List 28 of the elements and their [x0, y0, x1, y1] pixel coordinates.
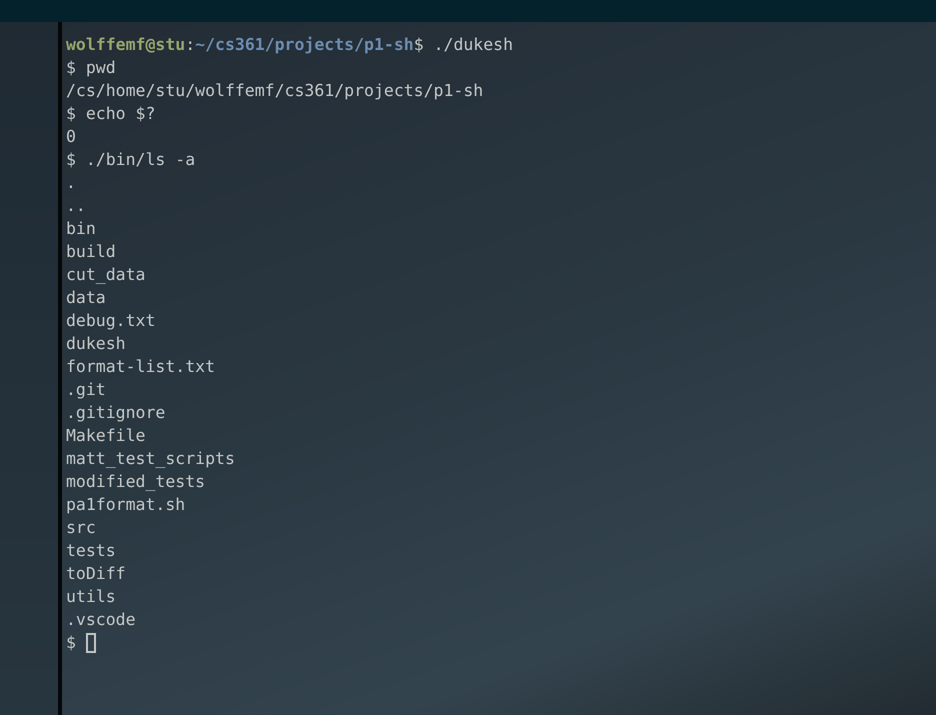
- output-line: data: [66, 287, 106, 309]
- output-line: debug.txt: [66, 310, 156, 332]
- output-line: ..: [66, 195, 86, 217]
- prompt-symbol: $: [66, 632, 76, 654]
- output-line: tests: [66, 540, 116, 562]
- output-line: $ ./bin/ls -a: [66, 149, 196, 171]
- output-line: $ pwd: [66, 57, 116, 79]
- output-line: utils: [66, 586, 116, 608]
- output-line: dukesh: [66, 333, 126, 355]
- output-line: build: [66, 241, 116, 263]
- output-line: .: [66, 172, 76, 194]
- prompt-line: wolffemf@stu:~/cs361/projects/p1-sh$ ./dukesh: [66, 34, 514, 56]
- output-line: /cs/home/stu/wolffemf/cs361/projects/p1-sh: [66, 80, 484, 102]
- cursor-icon: [86, 632, 96, 652]
- output-line: $ echo $?: [66, 103, 156, 125]
- output-line: format-list.txt: [66, 356, 216, 378]
- output-line: Makefile: [66, 425, 146, 447]
- output-line: .git: [66, 379, 106, 401]
- output-line: modified_tests: [66, 471, 206, 493]
- output-line: pa1format.sh: [66, 494, 186, 516]
- output-line: toDiff: [66, 563, 126, 585]
- output-line: bin: [66, 218, 96, 240]
- output-line: src: [66, 517, 96, 539]
- output-line: .vscode: [66, 609, 136, 631]
- output-line: 0: [66, 126, 76, 148]
- output-line: .gitignore: [66, 402, 166, 424]
- output-line: matt_test_scripts: [66, 448, 235, 470]
- output-line: cut_data: [66, 264, 146, 286]
